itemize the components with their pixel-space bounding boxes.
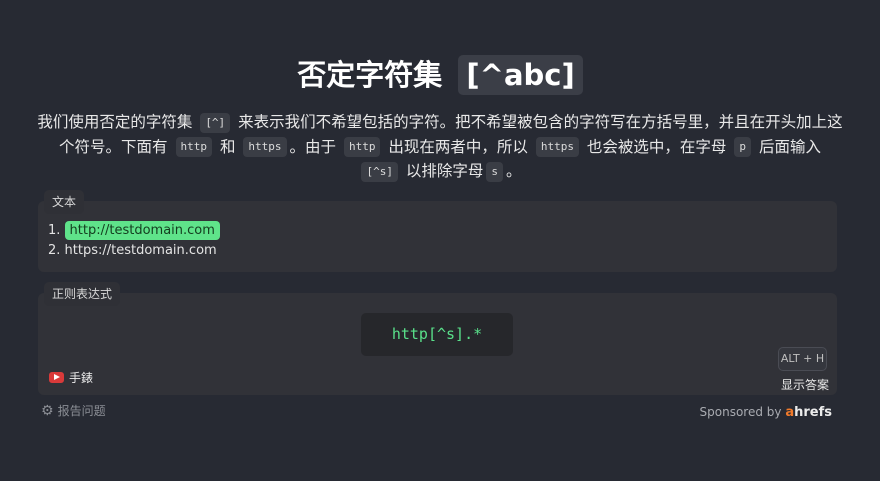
lesson-description: 我们使用否定的字符集 [^] 来表示我们不希望包括的字符。把不希望被包含的字符写… bbox=[36, 110, 844, 184]
desc-text: 我们使用否定的字符集 bbox=[37, 113, 193, 131]
sponsor-logo: ahrefs bbox=[785, 405, 832, 420]
sponsor-prefix: Sponsored by bbox=[699, 405, 782, 419]
show-answer-button[interactable]: 显示答案 bbox=[770, 376, 840, 393]
youtube-link[interactable]: 手錶 bbox=[49, 369, 93, 386]
page-title-code: [^abc] bbox=[458, 55, 583, 95]
line-number: 1. bbox=[48, 223, 61, 238]
youtube-label: 手錶 bbox=[69, 371, 94, 385]
sponsor-logo-accent: a bbox=[785, 405, 795, 420]
desc-text: 也会被选中，在字母 bbox=[586, 137, 727, 156]
desc-text: 后面输入 bbox=[758, 137, 821, 156]
inline-code: p bbox=[734, 137, 751, 157]
inline-code: http bbox=[343, 137, 381, 157]
inline-code: http bbox=[175, 137, 212, 157]
sponsor-logo-text: hrefs bbox=[794, 405, 832, 420]
text-line-1: 1. http://testdomain.com bbox=[48, 221, 220, 241]
bug-icon: ⚙ bbox=[41, 402, 54, 419]
youtube-icon bbox=[49, 372, 64, 383]
text-line-2: 2. https://testdomain.com bbox=[48, 243, 217, 258]
inline-code: https bbox=[535, 137, 579, 157]
regex-input[interactable]: http[^s].* bbox=[361, 313, 513, 356]
text-panel-label: 文本 bbox=[44, 190, 85, 214]
desc-text: 以排除字母 bbox=[405, 162, 484, 180]
desc-text: 。 bbox=[506, 162, 522, 180]
regex-panel-label: 正则表达式 bbox=[44, 282, 121, 306]
text-lines: 1. http://testdomain.com 2. https://test… bbox=[48, 221, 220, 261]
inline-code: [^s] bbox=[361, 161, 398, 182]
inline-code: s bbox=[486, 161, 504, 182]
desc-text: 出现在两者中，所以 bbox=[388, 137, 528, 156]
report-issue-link[interactable]: ⚙ 报告问题 bbox=[41, 402, 106, 419]
page-title-text: 否定字符集 bbox=[297, 58, 443, 92]
desc-text: 。由于 bbox=[289, 137, 337, 156]
shortcut-badge: ALT + H bbox=[778, 347, 827, 371]
sponsor-link[interactable]: Sponsored by ahrefs bbox=[700, 405, 832, 420]
report-issue-label: 报告问题 bbox=[57, 404, 106, 418]
desc-text: 和 bbox=[219, 137, 236, 156]
match-highlight: http://testdomain.com bbox=[64, 221, 220, 240]
inline-code: https bbox=[243, 137, 287, 157]
inline-code: [^] bbox=[200, 112, 231, 133]
page-title: 否定字符集 [^abc] bbox=[0, 55, 880, 95]
